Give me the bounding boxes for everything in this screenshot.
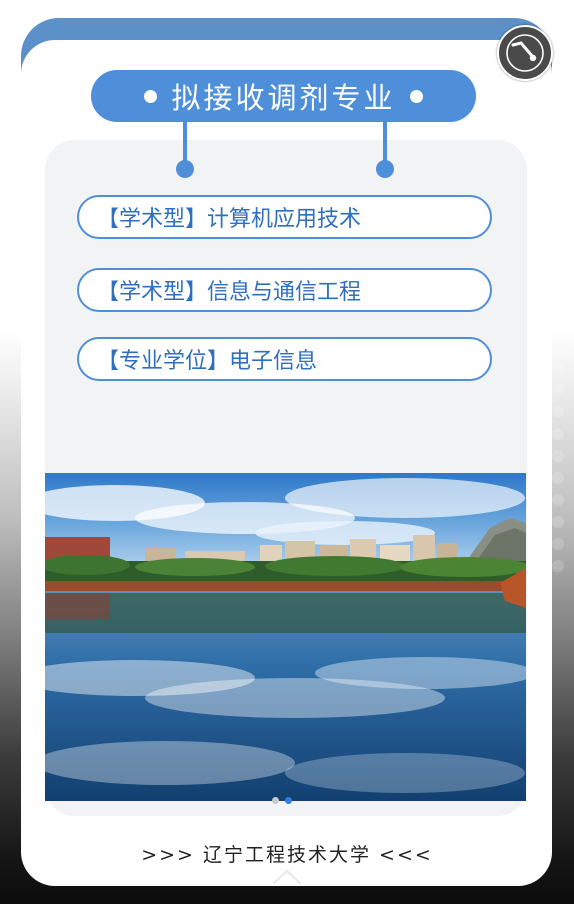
major-label: 【学术型】计算机应用技术 — [97, 207, 362, 232]
campus-photo-carousel[interactable] — [45, 473, 526, 801]
music-note-icon — [506, 34, 544, 72]
music-toggle-button[interactable] — [497, 25, 553, 81]
major-item-computer-application[interactable]: 【学术型】计算机应用技术 — [77, 195, 492, 239]
bullet-dot-icon — [409, 89, 423, 103]
side-dot — [552, 428, 564, 440]
bullet-dot-icon — [144, 89, 158, 103]
carousel-dot-active[interactable] — [285, 797, 292, 804]
side-dot — [552, 384, 564, 396]
university-footer: >>> 辽宁工程技术大学 <<< — [141, 844, 433, 866]
chevron-up-icon — [272, 869, 302, 885]
side-dot — [552, 340, 564, 352]
side-dot — [552, 450, 564, 462]
campus-lake-image — [45, 473, 526, 801]
scroll-up-button[interactable] — [270, 866, 304, 886]
carousel-dot[interactable] — [272, 797, 279, 804]
side-dot — [552, 560, 564, 572]
side-dot — [552, 362, 564, 374]
carousel-indicator — [272, 797, 292, 805]
major-item-electronic-information[interactable]: 【专业学位】电子信息 — [77, 337, 492, 381]
side-dot — [552, 538, 564, 550]
major-item-information-communication[interactable]: 【学术型】信息与通信工程 — [77, 268, 492, 312]
connector-ball-left — [176, 160, 194, 178]
page-title: 拟接收调剂专业 — [171, 81, 396, 115]
side-dot — [552, 516, 564, 528]
side-decoration — [550, 300, 570, 600]
side-dot — [552, 494, 564, 506]
major-label: 【专业学位】电子信息 — [97, 349, 318, 374]
side-dot — [552, 406, 564, 418]
title-banner: 拟接收调剂专业 — [91, 70, 476, 122]
side-dot — [552, 472, 564, 484]
major-label: 【学术型】信息与通信工程 — [97, 280, 362, 305]
connector-ball-right — [376, 160, 394, 178]
